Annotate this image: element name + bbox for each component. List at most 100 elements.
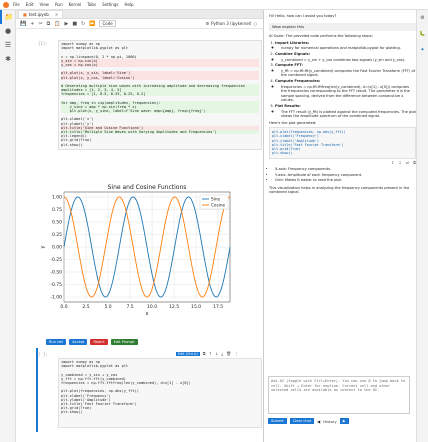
x-tick-label: 12.5 [169,304,179,310]
chat-buttons: Submit Clear chat ◀ History ▶ [268,418,349,424]
x-tick-label: 17.5 [213,304,223,310]
restart-icon[interactable]: ↻ [81,21,85,27]
chat-input[interactable]: Ask AI (toggle with Ctrl+Enter). You can… [268,376,410,414]
paste-icon[interactable]: 📋 [54,21,60,27]
delete-icon[interactable]: 🗑 [226,351,231,356]
code-line: plt.show() [61,410,83,415]
reject-button[interactable]: Reject [90,339,108,345]
accept-button[interactable]: Accept [69,339,88,345]
step-detail: The FFT result (y_fft) is plotted agains… [281,110,416,119]
folder-icon[interactable]: 📁 [0,10,16,24]
edit-prompt-button[interactable]: Edit Prompt [110,339,138,345]
menu-view[interactable]: View [39,2,49,7]
y-tick-label: -1.00 [50,295,62,301]
history-label: History [323,418,337,424]
step-item: Compute Frequencies: frequencies = np.fft… [275,79,416,103]
menu-run[interactable]: Run [55,2,63,7]
step-title: Plot Results: [275,103,301,108]
kernel-indicator[interactable]: ⚙ Python 3 (ipykernel) ○ [205,21,257,26]
replace-icon[interactable]: ⇄ [406,160,409,166]
run-cell-button[interactable]: Run cell [46,339,67,345]
menu-help[interactable]: Help [124,2,133,7]
kernel-name: Python 3 (ipykernel) [211,21,252,26]
menu-edit[interactable]: Edit [26,2,34,7]
property-icon[interactable]: ⚙ [417,10,428,26]
insert-above-icon[interactable]: ↥ [391,160,394,166]
step-item: Compute FFT:y_fft = np.fft.fft(y_combine… [275,63,416,78]
step-title: Import Libraries: [275,40,310,45]
y-tick-label: -0.25 [50,257,62,263]
tab-test-notebook[interactable]: ■ test.ipynb ✕ [18,10,64,18]
toc-icon[interactable]: ☰ [0,38,16,52]
x-axis-label: x [146,311,149,317]
running-icon[interactable]: ● [0,24,16,38]
step-item: Plot Results: The FFT result (y_fft) is p… [275,104,416,119]
move-down-icon[interactable]: ↓ [215,351,218,356]
step-detail: frequencies = np.fft.fftfreq(len(y_combi… [281,85,416,103]
close-icon[interactable]: ✕ [55,12,58,17]
y-tick-label: -0.75 [50,282,62,288]
greeting: Hi! Hello, how can I assist you today? [269,14,337,18]
insert-below-icon[interactable]: ↧ [398,160,401,166]
diff-actions: Run cell Accept Reject Edit Prompt [46,339,138,345]
y-tick-label: 0.75 [52,207,62,213]
cell-type-select[interactable]: Code [99,20,116,27]
x-tick-label: 7.5 [126,304,133,310]
submit-button[interactable]: Submit [268,418,287,424]
settings-icon: ⚙ [205,21,210,26]
move-up-icon[interactable]: ↑ [209,351,212,356]
menu-tabs[interactable]: Tabs [87,2,96,7]
legend-label: Cosine [211,203,225,208]
cell2-toolbar: Edit (Ctrl-K) ⧉ ↑ ↓ ⤓ 🗑 ⋮ [176,351,238,356]
step-title: Combine Signals: [275,51,311,56]
step-item: Combine Signals: y_combined = y_sin + y_c… [275,52,416,62]
step-item: Import Libraries:numpy for numerical ope… [275,41,416,51]
x-tick-label: 10.0 [147,304,157,310]
menu-settings[interactable]: Settings [102,2,118,7]
sine-cosine-chart: 0.0 2.5 5.0 7.5 10.0 12.5 15.0 17.5 -1.00 -0.75 -0… [40,184,231,317]
y-tick-label: 0.00 [52,245,62,251]
more-icon[interactable]: ⋮ [234,351,238,356]
chat-body: Hi! Hello, how can I assist you today? W… [269,14,416,195]
extension-icon[interactable]: ✱ [0,52,16,66]
cell1-code-editor[interactable]: import numpy as np import matplotlib.pypl… [58,40,262,150]
y-tick-label: 0.25 [52,232,62,238]
right-sidebar: ⚙ 🐛 ✦ [416,10,428,442]
save-icon[interactable]: 💾 [20,21,26,27]
cell2-code-editor[interactable]: import numpy as np import matplotlib.pypl… [58,358,262,428]
user-message: Wow explain this [269,22,416,32]
code-actions: ↥ ↧ ⇄ ⧉ [269,160,416,166]
cell1-prompt: [1]: [38,41,48,46]
cut-icon[interactable]: ✂ [38,21,42,27]
fast-forward-icon[interactable]: ⏩ [89,21,95,27]
notebook-icon: ■ [23,12,27,17]
notebook-toolbar: 💾 + ✂ ⧉ 📋 ▶ ■ ↻ ⏩ Code ⚙ Python 3 (ipyke… [16,19,263,29]
x-tick-label: 2.5 [82,304,89,310]
run-icon[interactable]: ▶ [64,21,68,27]
ai-chat-icon[interactable]: ✦ [417,42,428,58]
y-tick-label: -0.50 [50,270,62,276]
active-cell-indicator [36,348,38,432]
step-detail: y_combined = y_sin + y_cos combines two … [281,58,416,63]
duplicate-icon[interactable]: ⧉ [203,351,206,356]
plot-bullets: X-axis: Frequency components.Y-axis: Amp… [275,167,416,183]
x-tick-label: 0.0 [60,304,67,310]
debug-icon[interactable]: 🐛 [417,26,428,42]
history-next-button[interactable]: ▶ [339,418,349,424]
menu-kernel[interactable]: Kernel [69,2,82,7]
plot-bullet: X-axis: Frequency components. [275,167,416,172]
left-sidebar: 📁 ● ☰ ✱ [0,10,16,442]
step-detail: y_fft = np.fft.fft(y_combined) computes … [281,69,416,78]
insert-icon[interactable]: ⤓ [221,351,223,356]
history-prev-icon[interactable]: ◀ [317,419,320,424]
copy-icon[interactable]: ⧉ [47,21,51,27]
tab-bar: ■ test.ipynb ✕ [16,10,263,19]
clear-chat-button[interactable]: Clear chat [289,418,315,424]
y-axis-label: y [40,245,46,248]
plot-bullet: Y-axis: Amplitude of each frequency comp… [275,173,416,178]
menu-file[interactable]: File [13,2,20,7]
stop-icon[interactable]: ■ [72,21,77,27]
chart-title: Sine and Cosine Functions [108,184,187,191]
add-cell-icon[interactable]: + [30,21,34,27]
edit-badge[interactable]: Edit (Ctrl-K) [176,351,200,356]
